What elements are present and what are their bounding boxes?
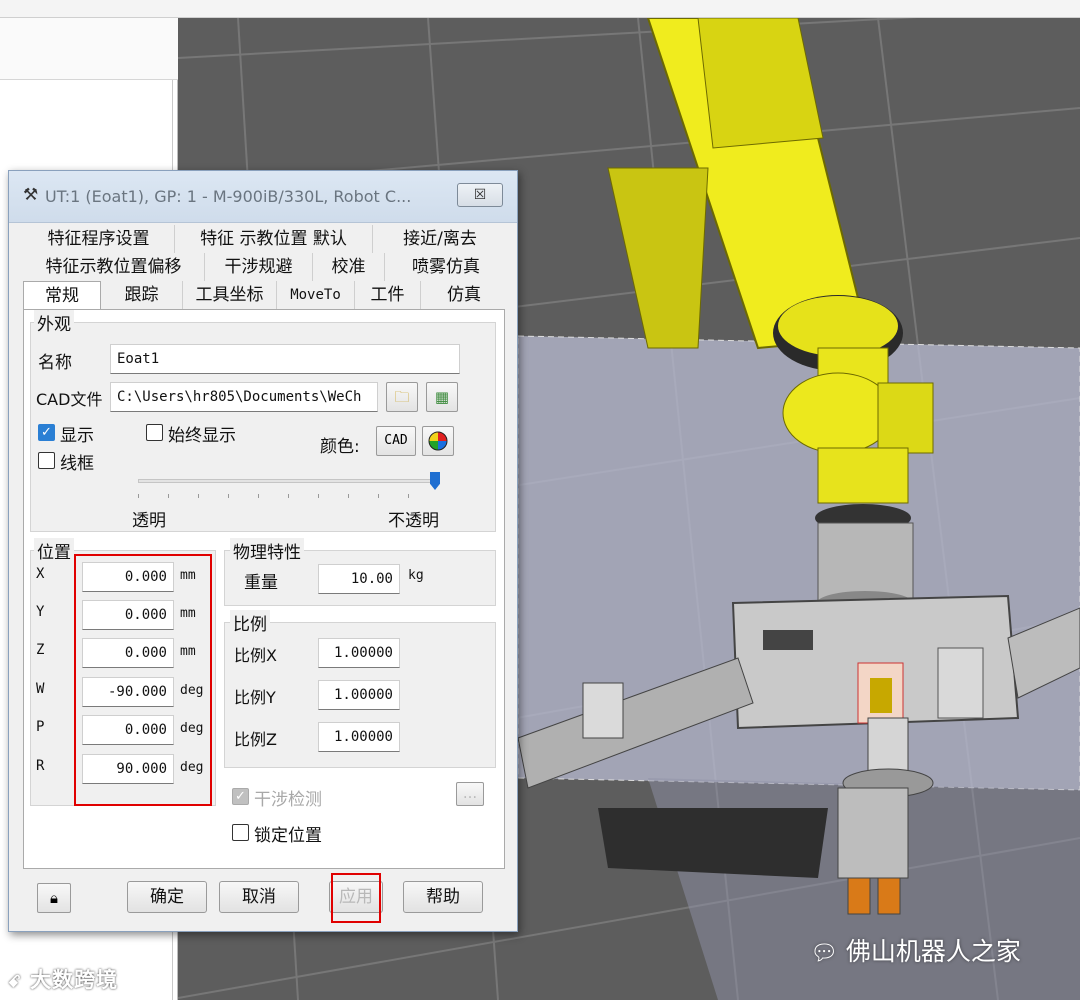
tab-approach-retreat[interactable]: 接近/离去 bbox=[373, 225, 507, 253]
position-axis-label: R bbox=[36, 758, 45, 774]
name-label: 名称 bbox=[38, 353, 72, 373]
scale-value-input[interactable]: 1.00000 bbox=[318, 680, 400, 710]
weight-label: 重量 bbox=[244, 573, 278, 593]
tab-utool[interactable]: 工具坐标 bbox=[183, 281, 277, 309]
tab-feature-program[interactable]: 特征程序设置 bbox=[23, 225, 175, 253]
color-picker-button[interactable] bbox=[422, 426, 454, 456]
library-icon: ▦ bbox=[434, 388, 450, 406]
slider-ticks bbox=[138, 494, 438, 498]
tab-interference-avoid[interactable]: 干涉规避 bbox=[205, 253, 313, 281]
tab-row-2: 特征示教位置偏移 干涉规避 校准 喷雾仿真 bbox=[23, 253, 507, 281]
cancel-button[interactable]: 取消 bbox=[219, 881, 299, 913]
name-input[interactable]: Eoat1 bbox=[110, 344, 460, 374]
watermark-left: ꗃ 大数跨境 bbox=[8, 964, 118, 994]
interference-check-checkbox[interactable]: ✓ bbox=[232, 788, 249, 805]
scale-axis-label: 比例Y bbox=[234, 688, 276, 707]
folder-icon: 🗀 bbox=[394, 388, 410, 406]
ok-button[interactable]: 确定 bbox=[127, 881, 207, 913]
position-axis-label: P bbox=[36, 719, 45, 735]
tab-row-1: 特征程序设置 特征 示教位置 默认 接近/离去 bbox=[23, 225, 507, 253]
position-axis-label: Z bbox=[36, 642, 45, 658]
position-axis-label: X bbox=[36, 566, 45, 582]
cad-color-button[interactable]: CAD bbox=[376, 426, 416, 456]
position-group-label: 位置 bbox=[34, 538, 74, 563]
tool-icon: ⚒ bbox=[23, 185, 39, 205]
cad-library-button[interactable]: ▦ bbox=[426, 382, 458, 412]
tab-simulation[interactable]: 仿真 bbox=[421, 281, 507, 309]
opacity-slider[interactable] bbox=[138, 470, 440, 500]
position-axis-label: W bbox=[36, 681, 45, 697]
scale-group-label: 比例 bbox=[230, 610, 270, 635]
dialog-titlebar[interactable]: ⚒ UT:1 (Eoat1), GP: 1 - M-900iB/330L, Ro… bbox=[9, 171, 517, 223]
color-label: 颜色: bbox=[320, 437, 360, 457]
help-button[interactable]: 帮助 bbox=[403, 881, 483, 913]
wechat-icon: 💬︎ bbox=[810, 941, 838, 966]
wechat-watermark: 💬︎ 佛山机器人之家 bbox=[810, 932, 1021, 968]
always-show-label: 始终显示 bbox=[168, 426, 236, 446]
top-toolbar-strip bbox=[0, 0, 1080, 18]
tab-spray-simulation[interactable]: 喷雾仿真 bbox=[385, 253, 507, 281]
wireframe-label: 线框 bbox=[60, 454, 94, 474]
scale-axis-label: 比例Z bbox=[234, 730, 277, 749]
lock-button[interactable]: 🔒︎ bbox=[37, 883, 71, 913]
lock-icon: 🔒︎ bbox=[50, 889, 58, 907]
weight-input[interactable]: 10.00 bbox=[318, 564, 400, 594]
tab-moveto[interactable]: MoveTo bbox=[277, 281, 355, 309]
wireframe-checkbox[interactable] bbox=[38, 452, 55, 469]
position-axis-label: Y bbox=[36, 604, 45, 620]
browse-folder-button[interactable]: 🗀 bbox=[386, 382, 418, 412]
interference-settings-button[interactable]: ... bbox=[456, 782, 484, 806]
tab-feature-teach-default[interactable]: 特征 示教位置 默认 bbox=[175, 225, 373, 253]
watermark-right-text: 佛山机器人之家 bbox=[845, 937, 1021, 966]
show-checkbox[interactable]: ✓ bbox=[38, 424, 55, 441]
navigator-header bbox=[0, 18, 178, 80]
opaque-label: 不透明 bbox=[388, 511, 439, 531]
watermark-left-text: 大数跨境 bbox=[30, 968, 119, 992]
tab-tracking[interactable]: 跟踪 bbox=[101, 281, 183, 309]
appearance-group-label: 外观 bbox=[34, 310, 74, 335]
tab-workpiece[interactable]: 工件 bbox=[355, 281, 421, 309]
scale-axis-label: 比例X bbox=[234, 646, 277, 665]
close-button[interactable]: ☒ bbox=[457, 183, 503, 207]
dialog-title: UT:1 (Eoat1), GP: 1 - M-900iB/330L, Robo… bbox=[45, 187, 412, 206]
highlight-box-apply bbox=[331, 873, 381, 923]
tab-general[interactable]: 常规 bbox=[23, 281, 101, 309]
tab-calibration[interactable]: 校准 bbox=[313, 253, 385, 281]
tool-properties-dialog: ⚒ UT:1 (Eoat1), GP: 1 - M-900iB/330L, Ro… bbox=[8, 170, 518, 932]
cad-file-label: CAD文件 bbox=[36, 390, 103, 409]
weight-unit: kg bbox=[408, 568, 424, 583]
scale-value-input[interactable]: 1.00000 bbox=[318, 722, 400, 752]
interference-check-label: 干涉检测 bbox=[254, 790, 322, 810]
physics-group-label: 物理特性 bbox=[230, 538, 304, 563]
highlight-box-position bbox=[74, 554, 212, 806]
color-wheel-icon bbox=[428, 431, 448, 451]
watermark-logo-icon: ꗃ bbox=[8, 972, 22, 991]
scale-value-input[interactable]: 1.00000 bbox=[318, 638, 400, 668]
lock-position-checkbox[interactable] bbox=[232, 824, 249, 841]
general-tab-panel: 外观 名称 Eoat1 CAD文件 C:\Users\hr805\Documen… bbox=[23, 309, 505, 869]
cad-file-input[interactable]: C:\Users\hr805\Documents\WeCh bbox=[110, 382, 378, 412]
lock-position-label: 锁定位置 bbox=[254, 826, 322, 846]
opacity-slider-track bbox=[138, 479, 438, 483]
always-show-checkbox[interactable] bbox=[146, 424, 163, 441]
transparent-label: 透明 bbox=[132, 511, 166, 531]
tab-feature-teach-offset[interactable]: 特征示教位置偏移 bbox=[23, 253, 205, 281]
show-label: 显示 bbox=[60, 426, 94, 446]
tab-row-3: 常规 跟踪 工具坐标 MoveTo 工件 仿真 bbox=[23, 281, 507, 309]
